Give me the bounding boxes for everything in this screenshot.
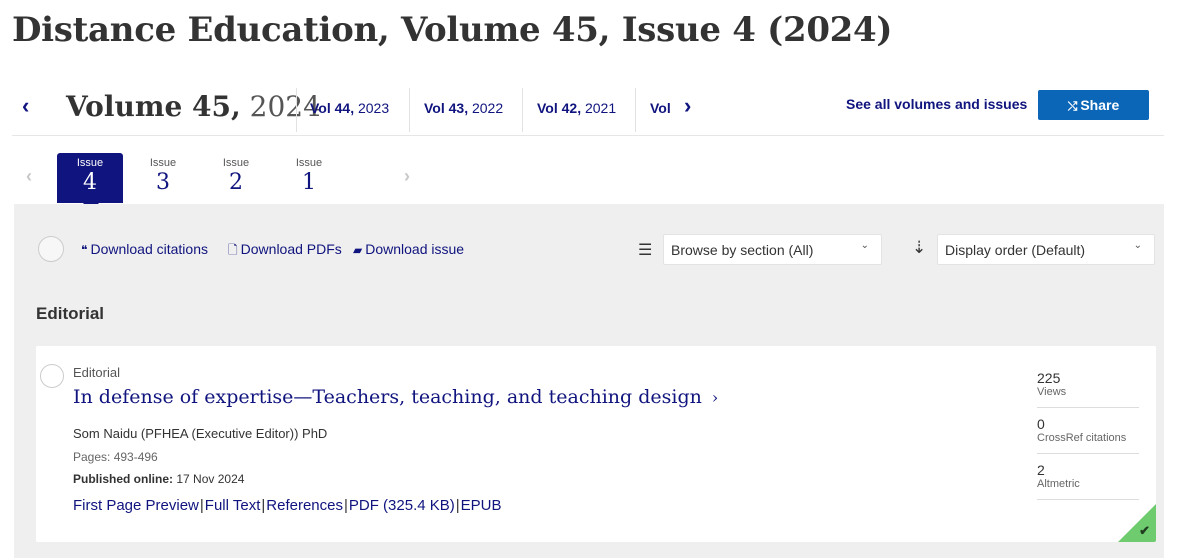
issue-tab-number: 1 [302, 170, 316, 195]
divider [635, 88, 636, 132]
sort-icon: ⇣ [912, 238, 927, 257]
article-type: Editorial [73, 365, 120, 380]
download-citations-link[interactable]: ❝ Download citations [81, 241, 208, 257]
chevron-down-icon: ⌄ [860, 240, 869, 251]
divider [522, 88, 523, 132]
browse-select-value: Browse by section (All) [671, 242, 814, 258]
metric-value: 225 [1037, 370, 1061, 386]
metric-value: 2 [1037, 462, 1045, 478]
full-text-link[interactable]: Full Text [205, 497, 261, 514]
issue-tab-number: 2 [229, 170, 243, 195]
article-published: Published online: 17 Nov 2024 [73, 472, 245, 486]
tab-issue-4[interactable]: Issue 4 [57, 153, 123, 211]
metric-value: 0 [1037, 416, 1045, 432]
chevron-left-icon[interactable]: ‹ [22, 94, 42, 118]
divider [296, 88, 297, 132]
tab-issue-3[interactable]: Issue 3 [130, 153, 196, 203]
chevron-right-icon: › [711, 388, 719, 407]
article-links: First Page Preview|Full Text|References|… [73, 497, 502, 514]
metric-name: Altmetric [1037, 478, 1080, 490]
article-title: In defense of expertise—Teachers, teachi… [73, 386, 702, 408]
share-button-label: Share [1080, 97, 1120, 113]
volume-link-43[interactable]: Vol 43, 2022 [424, 100, 503, 116]
references-link[interactable]: References [266, 497, 343, 514]
issue-content-panel: ❝ Download citations 🗋 Download PDFs ▰ Down… [14, 204, 1164, 558]
chevron-down-icon: ⌄ [1133, 240, 1142, 251]
browse-by-section-select[interactable]: Browse by section (All) ⌄ [663, 234, 882, 265]
chevron-left-icon[interactable]: ‹ [26, 166, 32, 187]
first-page-preview-link[interactable]: First Page Preview [73, 497, 199, 514]
issue-tab-number: 4 [83, 170, 97, 195]
pdf-file-icon: 🗋 [228, 243, 238, 257]
issue-tab-number: 3 [156, 170, 170, 195]
metric-altmetric[interactable]: 2 Altmetric [1037, 462, 1139, 500]
article-author[interactable]: Som Naidu (PFHEA (Executive Editor)) PhD [73, 426, 327, 441]
share-icon: ⤭ [1067, 99, 1078, 113]
current-volume-label: Volume 45, [66, 90, 241, 123]
chevron-right-icon[interactable]: › [684, 94, 691, 118]
issue-tab-label: Issue [76, 157, 104, 169]
book-icon: ▰ [353, 243, 363, 257]
article-card: Editorial In defense of expertise—Teache… [36, 346, 1156, 542]
issue-tab-label: Issue [222, 157, 250, 169]
section-heading: Editorial [36, 304, 105, 323]
page-title: Distance Education, Volume 45, Issue 4 (… [12, 10, 893, 50]
metric-name: Views [1037, 386, 1067, 398]
article-pages: Pages: 493-496 [73, 450, 158, 464]
current-volume: Volume 45, 2024 [66, 90, 321, 123]
tab-issue-1[interactable]: Issue 1 [276, 153, 342, 203]
quote-icon: ❝ [81, 243, 88, 257]
see-all-volumes-link[interactable]: See all volumes and issues [846, 96, 1027, 112]
volume-link-44[interactable]: Vol 44, 2023 [310, 100, 389, 116]
article-title-link[interactable]: In defense of expertise—Teachers, teachi… [73, 386, 718, 408]
pdf-link[interactable]: PDF (325.4 KB) [349, 497, 455, 514]
download-pdfs-link[interactable]: 🗋 Download PDFs [228, 241, 342, 262]
display-order-select[interactable]: Display order (Default) ⌄ [937, 234, 1155, 265]
chevron-right-icon[interactable]: › [404, 166, 410, 187]
epub-link[interactable]: EPUB [461, 497, 502, 514]
metric-views: 225 Views [1037, 370, 1139, 408]
share-button[interactable]: ⤭ Share [1038, 90, 1149, 120]
issue-tab-label: Issue [295, 157, 323, 169]
order-select-value: Display order (Default) [945, 242, 1086, 258]
volume-navigation: ‹ Volume 45, 2024 Vol 44, 2023 Vol 43, 2… [12, 84, 1164, 136]
checkmark-icon: ✔ [1139, 523, 1150, 538]
divider [409, 88, 410, 132]
tab-issue-2[interactable]: Issue 2 [203, 153, 269, 203]
metric-name: CrossRef citations [1037, 432, 1127, 444]
select-all-checkbox[interactable] [38, 236, 64, 262]
metric-crossref[interactable]: 0 CrossRef citations [1037, 416, 1139, 454]
volume-link-41[interactable]: Vol [650, 100, 671, 116]
list-icon: ☰ [638, 242, 653, 259]
article-select-checkbox[interactable] [40, 364, 64, 388]
issue-tab-label: Issue [149, 157, 177, 169]
access-badge [1118, 504, 1156, 542]
volume-link-42[interactable]: Vol 42, 2021 [537, 100, 616, 116]
download-issue-link[interactable]: ▰ Download issue [353, 241, 464, 257]
